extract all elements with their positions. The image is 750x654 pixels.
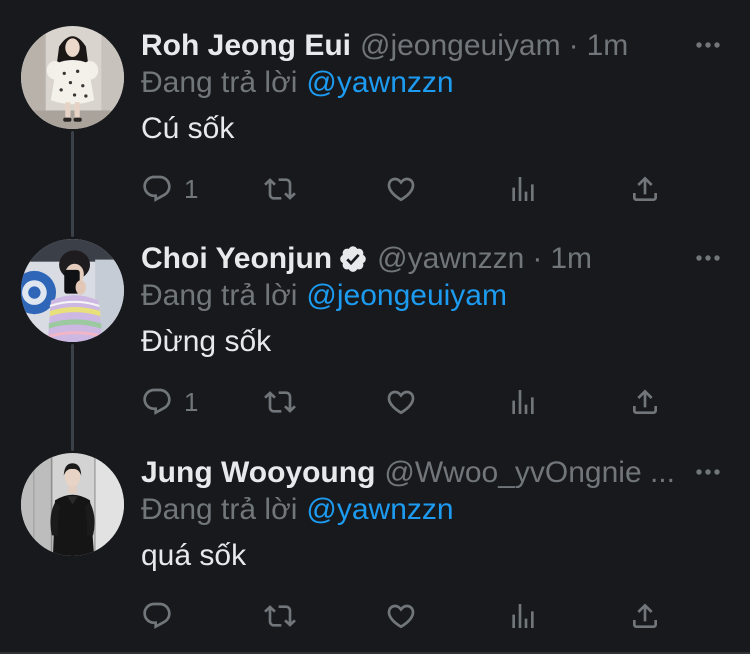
reply-button[interactable]: 1 — [141, 384, 198, 420]
heart-icon — [387, 177, 415, 202]
like-button[interactable] — [385, 598, 417, 634]
timestamp[interactable]: 1m — [587, 28, 629, 64]
tweet-header: Roh Jeong Eui @jeongeuiyam · 1m — [141, 28, 628, 64]
avatar[interactable] — [21, 239, 124, 342]
author-name[interactable]: Roh Jeong Eui — [141, 28, 351, 64]
retweet-icon — [264, 605, 296, 627]
reply-thread: Roh Jeong Eui @jeongeuiyam · 1m Đang trả… — [0, 0, 750, 654]
analytics-icon — [512, 390, 534, 414]
timestamp[interactable]: 1m — [550, 241, 592, 277]
tweet[interactable]: Roh Jeong Eui @jeongeuiyam · 1m Đang trả… — [0, 0, 750, 237]
avatar[interactable] — [21, 453, 124, 556]
analytics-button[interactable] — [507, 384, 539, 420]
author-handle[interactable]: @Wwoo_yvOngnie ... — [384, 455, 675, 491]
more-horizontal-icon — [696, 255, 720, 261]
reply-icon — [143, 175, 171, 202]
tweet-header: Choi Yeonjun @yawnzzn · 1m — [141, 241, 592, 277]
share-button[interactable] — [629, 598, 661, 634]
retweet-icon — [264, 178, 296, 200]
replying-to: Đang trả lời @yawnzzn — [141, 65, 454, 101]
author-name[interactable]: Jung Wooyoung — [141, 455, 375, 491]
tweet-header: Jung Wooyoung @Wwoo_yvOngnie ... — [141, 455, 675, 491]
analytics-button[interactable] — [507, 171, 539, 207]
timestamp-separator: · — [568, 29, 579, 62]
reply-icon — [143, 602, 171, 629]
more-options-button[interactable] — [694, 244, 724, 272]
more-horizontal-icon — [696, 469, 720, 475]
avatar[interactable] — [21, 26, 124, 129]
tweet-text: quá sốk — [141, 539, 247, 572]
tweet-text: Đừng sốk — [141, 325, 272, 358]
more-options-button[interactable] — [694, 31, 724, 59]
replying-to-label: Đang trả lời — [141, 279, 298, 312]
like-button[interactable] — [385, 171, 417, 207]
tweet-text: Cú sốk — [141, 112, 235, 145]
tweet[interactable]: Jung Wooyoung @Wwoo_yvOngnie ... Đang tr… — [0, 427, 750, 640]
retweet-icon — [264, 391, 296, 413]
verified-badge-icon — [338, 244, 368, 274]
share-button[interactable] — [629, 171, 661, 207]
replying-to-label: Đang trả lời — [141, 493, 298, 526]
heart-icon — [387, 604, 415, 629]
like-button[interactable] — [385, 384, 417, 420]
reply-icon — [143, 388, 171, 415]
share-icon — [633, 603, 657, 628]
reply-button[interactable]: 1 — [141, 171, 198, 207]
avatar-image — [21, 26, 124, 129]
avatar-image — [21, 239, 124, 342]
analytics-icon — [512, 177, 534, 201]
more-horizontal-icon — [696, 42, 720, 48]
replying-to-label: Đang trả lời — [141, 66, 298, 99]
reply-to-mention[interactable]: @yawnzzn — [306, 66, 453, 99]
tweet[interactable]: Choi Yeonjun @yawnzzn · 1m Đang trả lời @… — [0, 213, 750, 451]
share-button[interactable] — [629, 384, 661, 420]
retweet-button[interactable] — [264, 384, 296, 420]
reply-count: 1 — [184, 173, 199, 204]
reply-to-mention[interactable]: @jeongeuiyam — [306, 279, 507, 312]
replying-to: Đang trả lời @jeongeuiyam — [141, 278, 507, 314]
retweet-button[interactable] — [264, 171, 296, 207]
author-handle[interactable]: @jeongeuiyam — [360, 28, 561, 64]
analytics-icon — [512, 604, 534, 628]
heart-icon — [387, 390, 415, 415]
reply-button[interactable] — [141, 598, 173, 634]
more-options-button[interactable] — [694, 458, 724, 486]
reply-to-mention[interactable]: @yawnzzn — [306, 493, 453, 526]
avatar-image — [21, 453, 124, 556]
analytics-button[interactable] — [507, 598, 539, 634]
retweet-button[interactable] — [264, 598, 296, 634]
author-handle[interactable]: @yawnzzn — [377, 241, 524, 277]
share-icon — [633, 176, 657, 201]
author-name[interactable]: Choi Yeonjun — [141, 241, 332, 277]
timestamp-separator: · — [532, 242, 543, 275]
share-icon — [633, 389, 657, 414]
reply-count: 1 — [184, 386, 199, 417]
replying-to: Đang trả lời @yawnzzn — [141, 492, 454, 528]
